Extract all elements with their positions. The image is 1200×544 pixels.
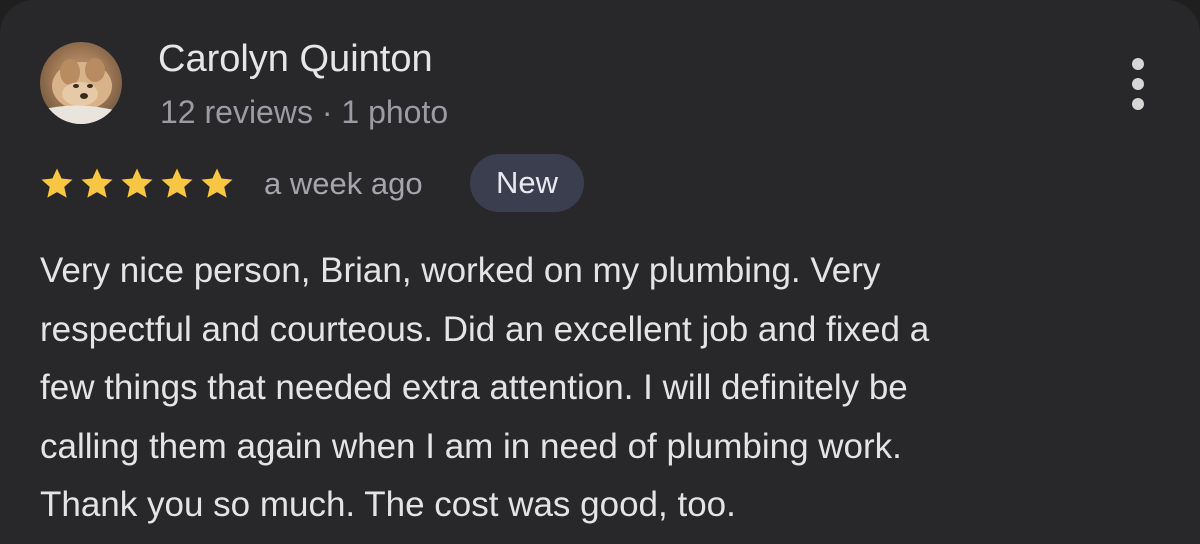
more-vert-icon-dot-1	[1132, 58, 1144, 70]
star-icon	[41, 168, 73, 198]
new-badge: New	[470, 154, 585, 212]
review-text: Very nice person, Brian, worked on my pl…	[40, 242, 1150, 535]
star-icon	[121, 168, 153, 198]
dog-avatar-image	[40, 42, 122, 124]
reviewer-avatar[interactable]	[40, 42, 122, 124]
review-line: calling them again when I am in need of …	[40, 426, 902, 466]
star-icon	[161, 168, 193, 198]
review-line: few things that needed extra attention. …	[40, 368, 908, 407]
reviewer-name[interactable]: Carolyn Quinton	[158, 36, 433, 82]
star-icon	[201, 168, 233, 198]
star-rating	[38, 164, 238, 204]
review-line: Thank you so much. The cost was good, to…	[40, 485, 736, 524]
more-vert-icon-dot-2	[1132, 78, 1144, 90]
review-time: a week ago	[264, 166, 423, 201]
more-options-button[interactable]	[1116, 52, 1160, 116]
review-line: Very nice person, Brian, worked on my pl…	[40, 251, 881, 290]
star-icon	[81, 168, 113, 198]
review-line: respectful and courteous. Did an excelle…	[40, 309, 930, 349]
review-card: Carolyn Quinton 12 reviews · 1 photo a w…	[0, 0, 1200, 544]
more-vert-icon-dot-3	[1132, 98, 1144, 110]
reviewer-meta: 12 reviews · 1 photo	[160, 94, 449, 130]
